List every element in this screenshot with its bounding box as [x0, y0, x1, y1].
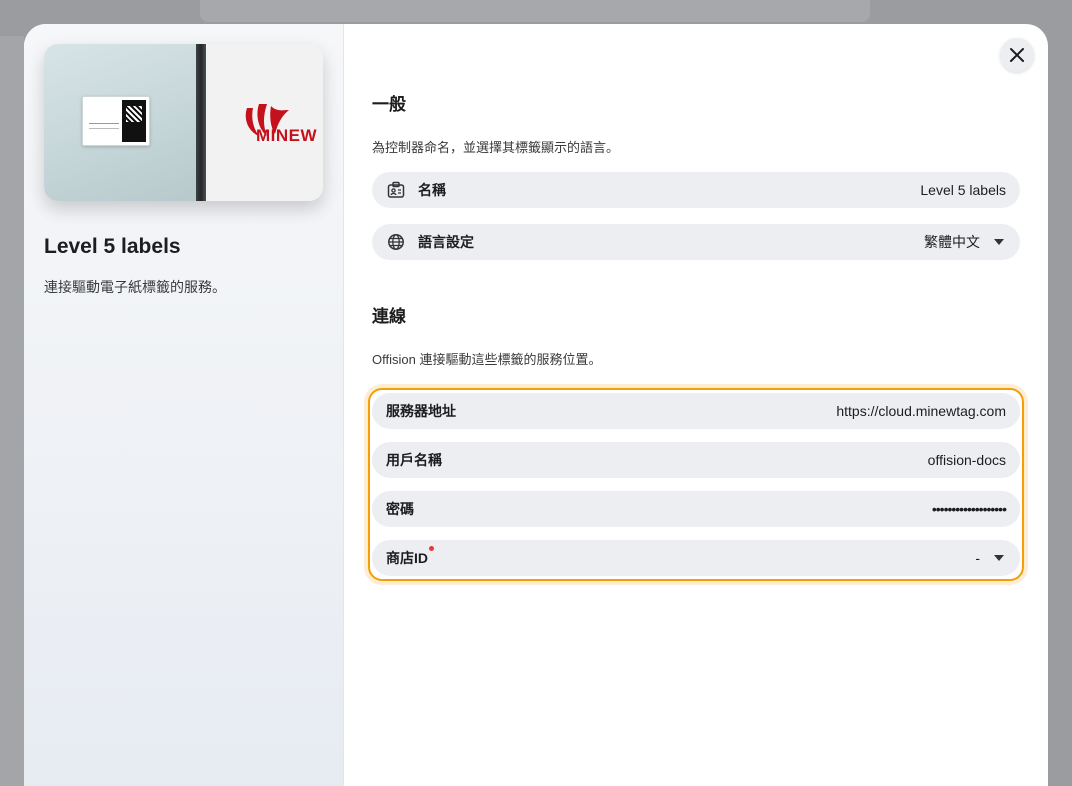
password-label: 密碼	[386, 501, 414, 517]
background-window-left	[0, 36, 24, 786]
globe-icon	[386, 232, 406, 252]
language-label: 語言設定	[418, 234, 474, 250]
hero-image: MINEW	[44, 44, 323, 201]
store-id-label: 商店ID	[386, 546, 434, 568]
general-section-description: 為控制器命名，並選擇其標籤顯示的語言。	[372, 140, 620, 155]
password-field[interactable]: 密碼 •••••••••••••••••••	[372, 491, 1020, 527]
controller-description: 連接驅動電子紙標籤的服務。	[44, 279, 226, 295]
brand-logo: MINEW	[206, 44, 323, 201]
close-icon	[1010, 48, 1024, 62]
id-card-icon	[386, 180, 406, 200]
modal-sidebar: MINEW Level 5 labels 連接驅動電子紙標籤的服務。	[24, 24, 344, 786]
hero-door-frame	[196, 44, 206, 201]
name-label: 名稱	[418, 182, 446, 198]
settings-modal: MINEW Level 5 labels 連接驅動電子紙標籤的服務。 一般 為控…	[24, 24, 1048, 786]
name-value[interactable]: Level 5 labels	[920, 182, 1006, 198]
username-field[interactable]: 用戶名稱 offision-docs	[372, 442, 1020, 478]
store-id-select[interactable]: 商店ID -	[372, 540, 1020, 576]
e-paper-label-illustration	[82, 96, 150, 146]
username-value[interactable]: offision-docs	[928, 452, 1006, 468]
general-section-title: 一般	[372, 95, 406, 114]
password-value[interactable]: •••••••••••••••••••	[932, 501, 1007, 517]
caret-down-icon[interactable]	[992, 551, 1006, 565]
name-field[interactable]: 名稱 Level 5 labels	[372, 172, 1020, 208]
caret-down-icon[interactable]	[992, 235, 1006, 249]
store-id-value[interactable]: -	[975, 550, 980, 566]
language-value[interactable]: 繁體中文	[924, 232, 980, 252]
hero-photo-left	[44, 44, 196, 201]
username-label: 用戶名稱	[386, 452, 442, 468]
required-indicator	[429, 546, 434, 551]
language-select[interactable]: 語言設定 繁體中文	[372, 224, 1020, 260]
close-button[interactable]	[1000, 38, 1034, 72]
general-section: 一般 為控制器命名，並選擇其標籤顯示的語言。 名稱 Level 5 labels	[372, 90, 1020, 260]
connection-fields-highlight: 服務器地址 https://cloud.minewtag.com 用戶名稱 of…	[368, 388, 1024, 581]
brand-logo-text: MINEW	[255, 125, 318, 145]
background-window-bar	[200, 0, 870, 22]
server-address-label: 服務器地址	[386, 403, 456, 419]
controller-title: Level 5 labels	[44, 235, 181, 258]
connection-section-title: 連線	[372, 307, 406, 326]
modal-content: 一般 為控制器命名，並選擇其標籤顯示的語言。 名稱 Level 5 labels	[344, 24, 1048, 786]
server-address-value[interactable]: https://cloud.minewtag.com	[836, 403, 1006, 419]
connection-section-description: Offision 連接驅動這些標籤的服務位置。	[372, 352, 602, 367]
connection-section: 連線 Offision 連接驅動這些標籤的服務位置。 服務器地址 https:/…	[368, 302, 1024, 581]
server-address-field[interactable]: 服務器地址 https://cloud.minewtag.com	[372, 393, 1020, 429]
